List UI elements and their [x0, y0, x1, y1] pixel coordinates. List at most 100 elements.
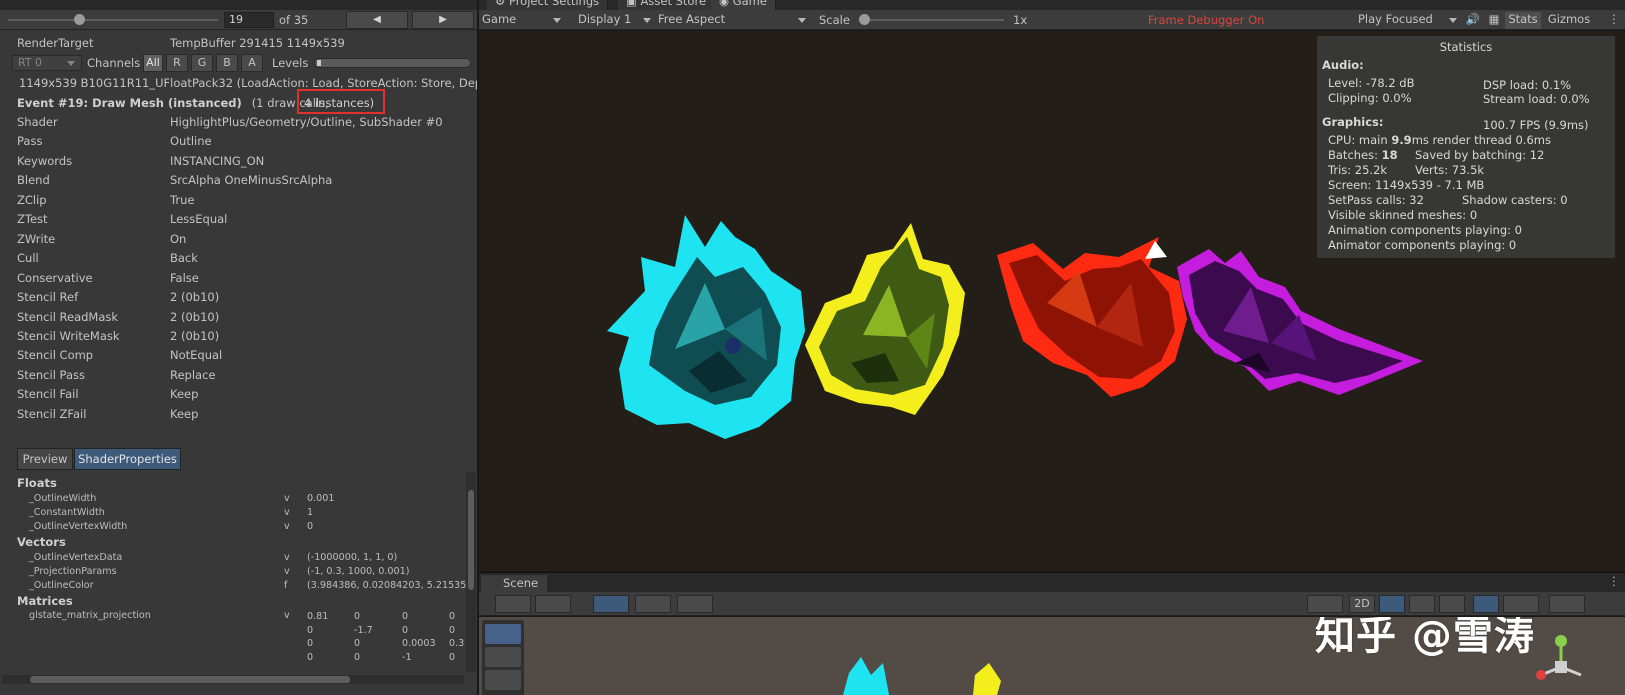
- event-title-row: Event #19: Draw Mesh (instanced) (1 draw …: [17, 96, 329, 110]
- play-mode-dropdown[interactable]: Play Focused: [1355, 12, 1461, 29]
- scene-tab-label: Scene: [503, 576, 539, 590]
- shader-property-row: _ProjectionParams v (-1, 0.3, 1000, 0.001): [0, 566, 477, 580]
- shadow-casters: Shadow casters: 0: [1462, 193, 1568, 207]
- shader-state-key: Conservative: [17, 270, 93, 285]
- tab-preview[interactable]: Preview: [17, 448, 73, 470]
- view-dropdown[interactable]: Game: [479, 12, 565, 29]
- grid-icon[interactable]: ▦: [1485, 12, 1503, 29]
- scale-slider-knob[interactable]: [859, 14, 870, 25]
- effects-toggle[interactable]: [1439, 595, 1465, 613]
- levels-slider[interactable]: [314, 58, 471, 68]
- event-slider-track[interactable]: [8, 19, 218, 21]
- orientation-gizmo[interactable]: [1531, 631, 1591, 691]
- scene-viewport[interactable]: 知乎 @雪涛: [479, 617, 1625, 695]
- aspect-dropdown[interactable]: Free Aspect: [655, 12, 810, 29]
- scene-more-options-icon[interactable]: ⋮: [1607, 574, 1621, 591]
- shading-dropdown[interactable]: [535, 595, 571, 613]
- rt-dropdown[interactable]: RT 0: [12, 55, 82, 71]
- gizmos-button[interactable]: Gizmos: [1545, 12, 1593, 29]
- channel-all-button[interactable]: All: [143, 54, 163, 72]
- channel-r-button[interactable]: R: [166, 54, 188, 72]
- property-name: _ConstantWidth: [29, 507, 105, 518]
- shader-state-value: SrcAlpha OneMinusSrcAlpha: [170, 173, 333, 188]
- shader-property-row: _OutlineVertexData v (-1000000, 1, 1, 0): [0, 552, 477, 566]
- property-type: f: [284, 580, 288, 591]
- tab-shader-properties[interactable]: ShaderProperties: [74, 448, 181, 470]
- tab-asset-store[interactable]: ▣ Asset Store: [618, 0, 716, 10]
- tab-game[interactable]: ◉ Game: [711, 0, 776, 10]
- verts-count: Verts: 73.5k: [1415, 163, 1485, 177]
- draw-mode-dropdown[interactable]: [495, 595, 531, 613]
- property-value: 0: [307, 521, 314, 532]
- shader-state-value: 2 (0b10): [170, 309, 220, 324]
- shader-state-value: 2 (0b10): [170, 328, 220, 343]
- matrix-name: glstate_matrix_projection: [29, 610, 151, 621]
- shader-state-key: Cull: [17, 251, 39, 266]
- event-index-input[interactable]: 19: [224, 12, 274, 28]
- stats-button[interactable]: Stats: [1505, 12, 1541, 29]
- 2d-toggle[interactable]: 2D: [1349, 595, 1375, 613]
- shader-state-key: Stencil Comp: [17, 348, 94, 363]
- render-mode-button[interactable]: [677, 595, 713, 613]
- shader-state-row: Stencil ReadMask 2 (0b10): [0, 307, 477, 327]
- prev-event-button[interactable]: ◀: [346, 11, 408, 29]
- more-options-icon[interactable]: ⋮: [1607, 12, 1621, 29]
- frame-debugger-panel: 19 of 35 ◀ ▶ RenderTarget TempBuffer 291…: [0, 0, 478, 695]
- matrix-cell: 0: [449, 624, 456, 636]
- event-slider-knob[interactable]: [74, 14, 85, 25]
- shader-state-row: Stencil Ref 2 (0b10): [0, 287, 477, 307]
- channel-a-button[interactable]: A: [241, 54, 263, 72]
- cpu-time: CPU: main 9.9ms render thread 0.6ms: [1328, 133, 1551, 147]
- shader-state-row: Stencil WriteMask 2 (0b10): [0, 326, 477, 346]
- mute-audio-icon[interactable]: 🔊: [1464, 12, 1482, 29]
- shader-property-row: _ConstantWidth v 1: [0, 507, 477, 521]
- property-value: (-1, 0.3, 1000, 0.001): [307, 566, 410, 577]
- shader-state-row: Keywords INSTANCING_ON: [0, 151, 477, 171]
- shader-state-row: Blend SrcAlpha OneMinusSrcAlpha: [0, 170, 477, 190]
- snap-increment-button[interactable]: [635, 595, 671, 613]
- shader-state-value: Keep: [170, 406, 199, 421]
- next-event-button[interactable]: ▶: [412, 11, 474, 29]
- matrix-cell: 0.81: [307, 611, 329, 622]
- vectors-header: Vectors: [17, 535, 66, 549]
- tab-project-settings[interactable]: ⚙ Project Settings: [487, 0, 609, 10]
- properties-horizontal-scrollbar[interactable]: [2, 675, 464, 684]
- scale-value: 1x: [1013, 13, 1028, 27]
- property-type: v: [284, 507, 290, 518]
- matrix-cell: 0: [402, 624, 409, 636]
- shader-state-value: Keep: [170, 387, 199, 402]
- shader-state-key: Stencil Ref: [17, 290, 79, 305]
- stream-load: Stream load: 0.0%: [1483, 92, 1590, 106]
- matrix-cell: 0: [307, 651, 314, 663]
- shader-state-value: True: [170, 192, 195, 207]
- matrix-cell: 0.0003: [402, 638, 436, 649]
- dsp-load: DSP load: 0.1%: [1483, 78, 1572, 92]
- shader-state-row: Conservative False: [0, 268, 477, 288]
- levels-label: Levels: [272, 56, 309, 70]
- shader-state-key: ZWrite: [17, 231, 56, 246]
- screen-size: Screen: 1149x539 - 7.1 MB: [1328, 178, 1485, 192]
- cyan-crystal: [607, 215, 805, 439]
- game-viewport[interactable]: Statistics Audio: Level: -78.2 dB Clippi…: [479, 31, 1625, 571]
- matrix-cell: 0: [307, 624, 314, 636]
- scene-gizmo-dropdown[interactable]: [1307, 595, 1343, 613]
- lighting-toggle[interactable]: [1379, 595, 1405, 613]
- tab-asset-store-label: Asset Store: [640, 0, 707, 8]
- zhihu-watermark: 知乎 @雪涛: [1315, 617, 1535, 659]
- grid-snap-button[interactable]: [593, 595, 629, 613]
- hidden-objects-toggle[interactable]: [1473, 595, 1499, 613]
- channel-g-button[interactable]: G: [191, 54, 213, 72]
- event-title: Event #19: Draw Mesh (instanced): [17, 96, 242, 110]
- audio-section-label: Audio:: [1322, 58, 1364, 72]
- properties-vertical-scrollbar[interactable]: [466, 472, 476, 672]
- display-dropdown[interactable]: Display 1: [575, 12, 655, 29]
- camera-settings-dropdown[interactable]: [1503, 595, 1539, 613]
- property-value: (-1000000, 1, 1, 0): [307, 552, 398, 563]
- scale-slider-track[interactable]: [859, 19, 1004, 21]
- channel-b-button[interactable]: B: [216, 54, 238, 72]
- shader-state-key: ZTest: [17, 212, 48, 227]
- tab-scene[interactable]: Scene: [481, 575, 548, 593]
- scene-gizmos-dropdown[interactable]: [1549, 595, 1585, 613]
- shader-state-key: Stencil WriteMask: [17, 328, 120, 343]
- audio-toggle[interactable]: [1409, 595, 1435, 613]
